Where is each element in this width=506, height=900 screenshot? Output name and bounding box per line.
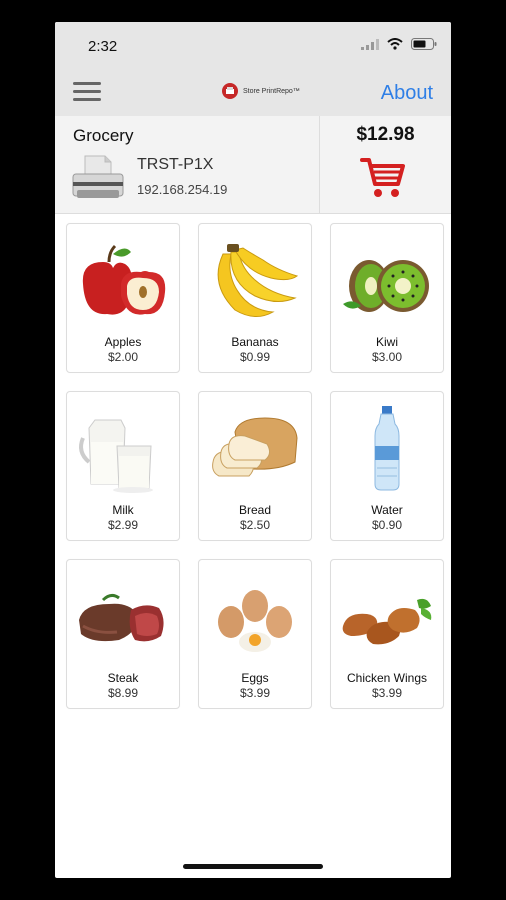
- kiwi-icon: [343, 260, 429, 312]
- chicken-wings-icon: [342, 598, 432, 645]
- product-tile-bananas[interactable]: Bananas $0.99: [198, 223, 312, 373]
- bread-icon: [212, 417, 298, 477]
- product-name: Milk: [112, 503, 134, 517]
- product-name: Bananas: [231, 335, 279, 349]
- product-price: $3.99: [371, 686, 403, 700]
- steak-icon: [79, 593, 164, 642]
- product-price: $8.99: [107, 686, 139, 700]
- printer-icon[interactable]: [71, 154, 125, 202]
- product-price: $0.99: [239, 350, 271, 364]
- product-tile-eggs[interactable]: Eggs $3.99: [198, 559, 312, 709]
- phone-screen: 2:32 Store PrintRepo™ About Grocery TRST…: [55, 22, 451, 878]
- product-grid: Apples $2.00 Bananas $0.99 Kiwi $3.00 Mi…: [66, 223, 444, 709]
- product-price: $2.50: [239, 518, 271, 532]
- status-time: 2:32: [88, 38, 118, 55]
- logo-icon: [222, 83, 238, 99]
- battery-icon: [411, 38, 437, 50]
- product-price: $2.99: [107, 518, 139, 532]
- printer-ip: 192.168.254.19: [137, 182, 228, 197]
- product-name: Steak: [107, 671, 139, 685]
- product-name: Bread: [238, 503, 272, 517]
- product-tile-steak[interactable]: Steak $8.99: [66, 559, 180, 709]
- wifi-icon: [387, 38, 403, 50]
- product-name: Eggs: [241, 671, 269, 685]
- status-bar: 2:32: [55, 22, 451, 70]
- shopping-cart-icon[interactable]: [360, 156, 406, 200]
- app-logo: Store PrintRepo™: [221, 82, 300, 100]
- hamburger-icon: [73, 82, 101, 85]
- product-tile-kiwi[interactable]: Kiwi $3.00: [330, 223, 444, 373]
- store-header: Grocery TRST-P1X 192.168.254.19 $12.98: [55, 116, 451, 214]
- home-indicator[interactable]: [183, 864, 323, 869]
- product-price: $3.99: [239, 686, 271, 700]
- store-name: Grocery: [73, 126, 134, 145]
- cart-total: $12.98: [356, 124, 415, 145]
- printer-name: TRST-P1X: [137, 156, 214, 173]
- product-price: $2.00: [107, 350, 139, 364]
- signal-icon: [361, 38, 379, 50]
- product-name: Apples: [104, 335, 142, 349]
- water-bottle-icon: [374, 406, 400, 491]
- product-tile-bread[interactable]: Bread $2.50: [198, 391, 312, 541]
- product-tile-chicken-wings[interactable]: Chicken Wings $3.99: [330, 559, 444, 709]
- menu-button[interactable]: [73, 82, 101, 104]
- status-icons: [361, 38, 437, 50]
- milk-icon: [79, 419, 153, 493]
- product-tile-water[interactable]: Water $0.90: [330, 391, 444, 541]
- product-name: Kiwi: [375, 335, 398, 349]
- product-tile-apples[interactable]: Apples $2.00: [66, 223, 180, 373]
- product-name: Water: [371, 503, 403, 517]
- product-price: $0.90: [371, 518, 403, 532]
- product-price: $3.00: [371, 350, 403, 364]
- about-button[interactable]: About: [381, 82, 433, 105]
- nav-bar: Store PrintRepo™ About: [55, 70, 451, 116]
- apple-icon: [82, 244, 166, 315]
- banana-icon: [217, 244, 299, 317]
- product-name: Chicken Wings: [346, 671, 428, 685]
- product-tile-milk[interactable]: Milk $2.99: [66, 391, 180, 541]
- logo-text: Store PrintRepo™: [243, 87, 300, 95]
- eggs-icon: [218, 590, 292, 652]
